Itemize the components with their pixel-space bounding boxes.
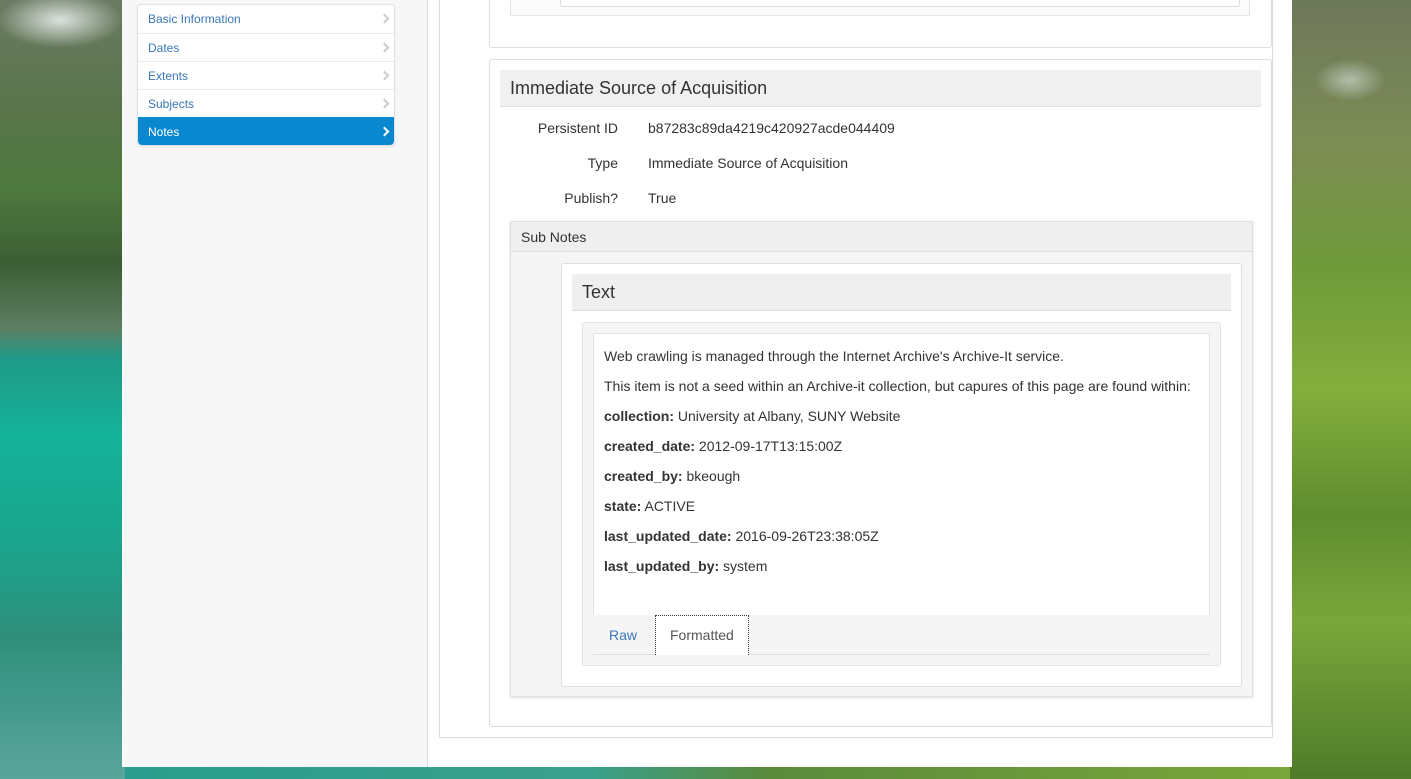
nav-item-label: Subjects xyxy=(148,97,195,111)
field-label: Publish? xyxy=(564,190,618,206)
previous-note-card xyxy=(489,0,1272,48)
view-mode-tabs: Raw Formatted xyxy=(593,615,1210,655)
sidebar: Basic Information Dates Extents Subjects… xyxy=(122,0,428,767)
nav-item-extents[interactable]: Extents xyxy=(138,61,394,89)
subnote-title: Text xyxy=(572,274,1231,311)
field-label: Type xyxy=(587,155,618,171)
background-landscape-left xyxy=(0,0,125,779)
field-publish: Publish? True xyxy=(490,188,1273,208)
nav-item-label: Dates xyxy=(148,41,180,55)
note-property-created-by: created_by: bkeough xyxy=(604,466,1199,486)
field-value: True xyxy=(648,190,677,206)
property-value: 2016-09-26T23:38:05Z xyxy=(731,528,879,544)
property-key: created_by: xyxy=(604,468,683,484)
field-value: b87283c89da4219c420927acde044409 xyxy=(648,120,895,136)
chevron-right-icon xyxy=(379,126,390,137)
formatted-note-content: Web crawling is managed through the Inte… xyxy=(593,333,1210,615)
property-value: bkeough xyxy=(682,468,741,484)
property-key: state: xyxy=(604,498,642,514)
property-value: 2012-09-17T13:15:00Z xyxy=(695,438,843,454)
field-label: Persistent ID xyxy=(537,120,618,136)
background-landscape-right xyxy=(1290,0,1411,779)
property-key: last_updated_by: xyxy=(604,558,720,574)
nav-item-dates[interactable]: Dates xyxy=(138,33,394,61)
nav-item-label: Notes xyxy=(148,125,180,139)
subnotes-heading: Sub Notes xyxy=(511,222,1252,252)
note-property-created-date: created_date: 2012-09-17T13:15:00Z xyxy=(604,436,1199,456)
record-nav: Basic Information Dates Extents Subjects… xyxy=(137,4,395,146)
note-card: Immediate Source of Acquisition Persiste… xyxy=(489,59,1272,727)
note-paragraph: This item is not a seed within an Archiv… xyxy=(604,378,1191,394)
note-title: Immediate Source of Acquisition xyxy=(500,70,1261,107)
subnote-content-well: Web crawling is managed through the Inte… xyxy=(582,322,1221,666)
nav-item-basic-information[interactable]: Basic Information xyxy=(138,5,394,33)
note-property-last-updated-by: last_updated_by: system xyxy=(604,556,1199,576)
note-paragraph: Web crawling is managed through the Inte… xyxy=(604,348,1064,364)
property-key: collection: xyxy=(604,408,675,424)
note-property-last-updated-date: last_updated_date: 2016-09-26T23:38:05Z xyxy=(604,526,1199,546)
subnotes-panel: Sub Notes Text Web crawling is managed t… xyxy=(510,221,1253,697)
background-landscape-bottom xyxy=(125,767,1290,779)
property-value: University at Albany, SUNY Website xyxy=(674,408,901,424)
field-value: Immediate Source of Acquisition xyxy=(648,155,848,171)
chevron-right-icon xyxy=(379,98,390,109)
field-persistent-id: Persistent ID b87283c89da4219c420927acde… xyxy=(490,118,1273,138)
nav-item-label: Extents xyxy=(148,69,189,83)
note-property-collection: collection: University at Albany, SUNY W… xyxy=(604,406,1199,426)
nav-item-notes[interactable]: Notes xyxy=(138,117,394,145)
tab-formatted[interactable]: Formatted xyxy=(655,615,749,655)
record-page: Basic Information Dates Extents Subjects… xyxy=(122,0,1292,767)
nav-item-subjects[interactable]: Subjects xyxy=(138,89,394,117)
main-content: Immediate Source of Acquisition Persiste… xyxy=(429,0,1292,767)
subnote-text-card: Text Web crawling is managed through the… xyxy=(561,263,1242,687)
chevron-right-icon xyxy=(379,13,390,24)
previous-subnote-card xyxy=(560,0,1240,7)
chevron-right-icon xyxy=(379,70,390,81)
property-value: ACTIVE xyxy=(641,498,696,514)
nav-item-label: Basic Information xyxy=(148,12,241,26)
tab-raw[interactable]: Raw xyxy=(595,615,651,655)
property-key: created_date: xyxy=(604,438,696,454)
field-type: Type Immediate Source of Acquisition xyxy=(490,153,1273,173)
chevron-right-icon xyxy=(379,42,390,53)
note-property-state: state: ACTIVE xyxy=(604,496,1199,516)
property-value: system xyxy=(719,558,768,574)
property-key: last_updated_date: xyxy=(604,528,732,544)
